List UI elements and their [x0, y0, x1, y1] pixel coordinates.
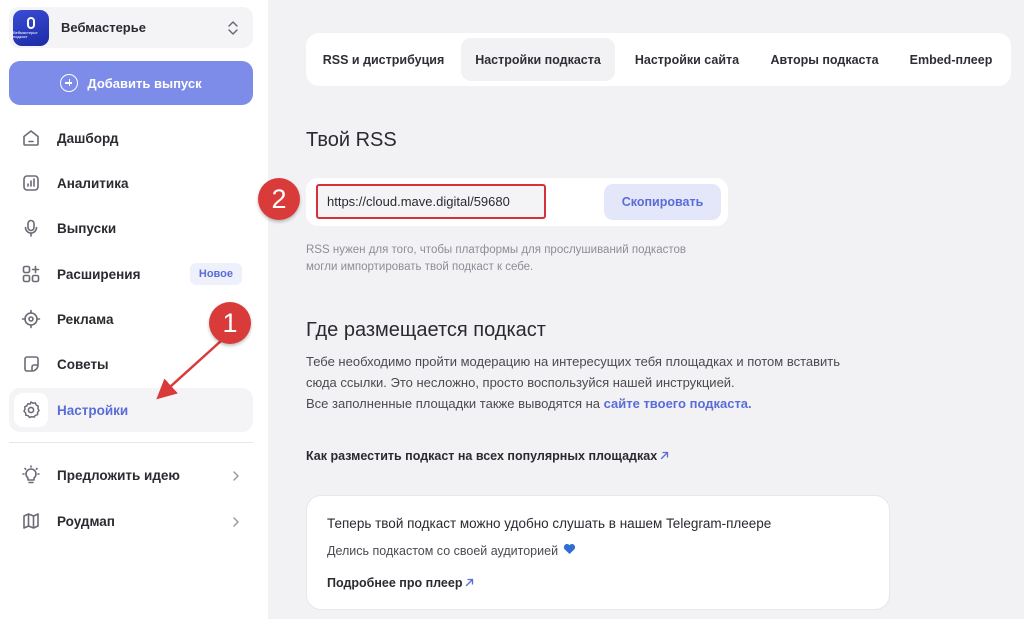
rss-section-title: Твой RSS [306, 129, 397, 151]
copy-button[interactable]: Скопировать [604, 184, 721, 220]
sidebar-item-extensions[interactable]: Расширения Новое [9, 252, 253, 296]
telegram-player-card: Теперь твой подкаст можно удобно слушать… [306, 495, 890, 610]
player-more-label: Подробнее про плеер [327, 576, 463, 590]
sidebar-item-tips[interactable]: Советы [9, 342, 253, 386]
sidebar-item-label: Предложить идею [57, 467, 180, 483]
sidebar-divider [9, 442, 253, 443]
podcast-site-link[interactable]: сайте твоего подкаста. [604, 396, 752, 411]
howto-link[interactable]: Как разместить подкаст на всех популярны… [306, 449, 669, 463]
home-icon [20, 127, 42, 149]
external-arrow-icon [465, 576, 474, 590]
microphone-icon [20, 217, 42, 239]
telegram-card-subtitle: Делись подкастом со своей аудиторией [327, 543, 576, 558]
placement-text-2: Все заполненные площадки также выводятся… [306, 393, 846, 414]
new-badge: Новое [189, 263, 242, 285]
gear-icon [14, 393, 48, 427]
sidebar-item-episodes[interactable]: Выпуски [9, 206, 253, 250]
annotation-marker-2: 2 [258, 178, 300, 220]
sidebar-item-label: Расширения [57, 266, 141, 282]
placement-section-title: Где размещается подкаст [306, 319, 546, 341]
rss-url-field[interactable]: https://cloud.mave.digital/59680 [316, 184, 546, 219]
rss-hint: RSS нужен для того, чтобы платформы для … [306, 244, 686, 273]
podcast-logo: Вебмастерье подкаст [13, 9, 49, 46]
howto-link-label: Как разместить подкаст на всех популярны… [306, 449, 658, 463]
sidebar-item-settings[interactable]: Настройки [9, 388, 253, 432]
tab-rss-distribution[interactable]: RSS и дистрибуция [313, 38, 454, 81]
settings-tabs: RSS и дистрибуция Настройки подкаста Нас… [306, 33, 1011, 86]
tab-site-settings[interactable]: Настройки сайта [622, 38, 752, 81]
sidebar-item-roadmap[interactable]: Роудмап [9, 499, 253, 543]
player-more-link[interactable]: Подробнее про плеер [327, 576, 474, 590]
chevron-right-icon [232, 469, 240, 487]
tab-podcast-settings[interactable]: Настройки подкаста [461, 38, 615, 81]
plus-circle-icon [60, 74, 79, 92]
tab-embed-player[interactable]: Embed-плеер [897, 38, 1005, 81]
sidebar-item-label: Роудмап [57, 513, 115, 529]
external-arrow-icon [660, 449, 669, 463]
placement-description: Тебе необходимо пройти модерацию на инте… [306, 351, 846, 414]
sidebar-item-label: Советы [57, 356, 109, 372]
add-episode-button[interactable]: Добавить выпуск [9, 61, 253, 105]
sidebar-item-analytics[interactable]: Аналитика [9, 161, 253, 205]
sidebar-item-suggest-idea[interactable]: Предложить идею [9, 453, 253, 497]
sidebar-item-dashboard[interactable]: Дашборд [9, 116, 253, 160]
sidebar-item-label: Настройки [57, 402, 129, 418]
tab-podcast-authors[interactable]: Авторы подкаста [759, 38, 890, 81]
heart-icon [563, 543, 576, 558]
podcast-name: Вебмастерье [61, 20, 146, 35]
placement-text-2-prefix: Все заполненные площадки также выводятся… [306, 396, 604, 411]
lightbulb-icon [20, 464, 42, 486]
telegram-card-title: Теперь твой подкаст можно удобно слушать… [327, 516, 772, 531]
sidebar-item-label: Дашборд [57, 130, 119, 146]
annotation-marker-1: 1 [209, 302, 251, 344]
telegram-card-subtitle-text: Делись подкастом со своей аудиторией [327, 543, 559, 558]
chevron-up-down-icon [217, 12, 249, 44]
sidebar-item-label: Реклама [57, 311, 114, 327]
placement-text-1: Тебе необходимо пройти модерацию на инте… [306, 354, 841, 390]
sidebar-item-label: Выпуски [57, 220, 117, 236]
analytics-icon [20, 172, 42, 194]
add-episode-label: Добавить выпуск [87, 75, 202, 91]
chevron-right-icon [232, 515, 240, 533]
extensions-icon [20, 263, 42, 285]
podcast-switcher[interactable]: Вебмастерье подкаст Вебмастерье [9, 7, 253, 48]
tips-icon [20, 353, 42, 375]
map-icon [20, 510, 42, 532]
sidebar-item-label: Аналитика [57, 175, 129, 191]
target-icon [20, 308, 42, 330]
